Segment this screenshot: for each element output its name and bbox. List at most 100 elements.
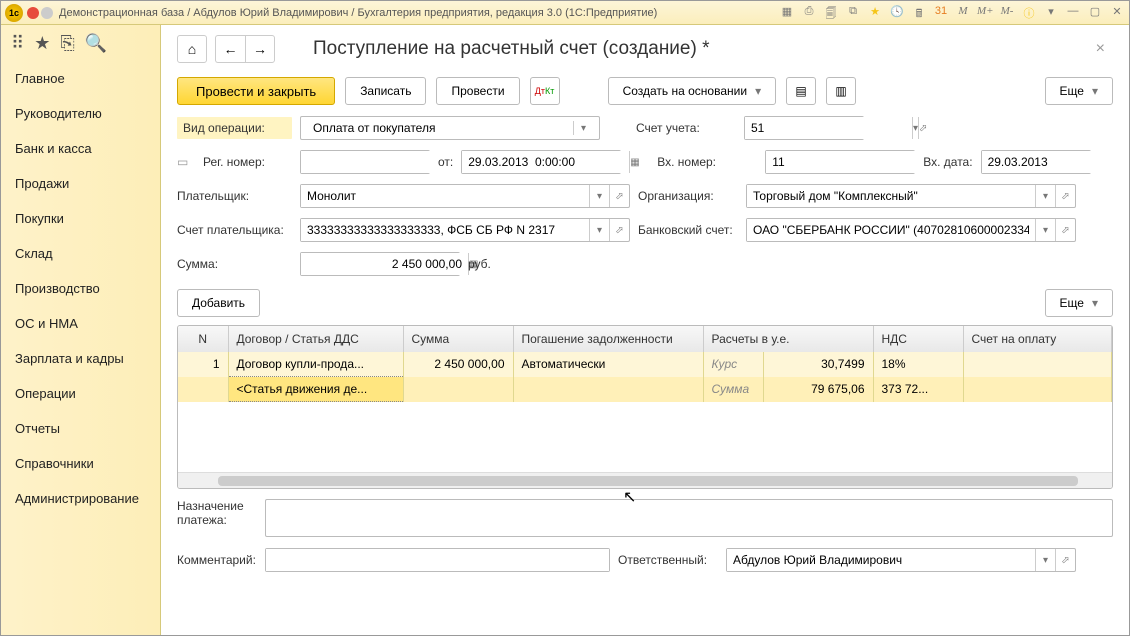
cell-repay-empty[interactable] bbox=[513, 377, 703, 402]
sum-field[interactable] bbox=[301, 253, 468, 275]
home-button[interactable]: ⌂ bbox=[177, 35, 207, 63]
dropdown-icon[interactable]: ▾ bbox=[573, 121, 593, 135]
in-num-field[interactable] bbox=[766, 151, 933, 173]
back-button[interactable]: ← bbox=[215, 35, 245, 63]
titlebar-action-icon[interactable]: 🗐 bbox=[823, 5, 839, 21]
th-n[interactable]: N bbox=[178, 326, 228, 352]
cell-n[interactable]: 1 bbox=[178, 352, 228, 377]
cell-vat[interactable]: 373 72... bbox=[873, 377, 963, 402]
maximize-icon[interactable]: ▢ bbox=[1087, 5, 1103, 21]
more-button[interactable]: Еще bbox=[1045, 77, 1113, 105]
titlebar-action-icon[interactable]: ⎙ bbox=[801, 5, 817, 21]
dropdown-icon[interactable]: ▾ bbox=[1043, 5, 1059, 21]
dropdown-icon[interactable]: ▾ bbox=[589, 185, 609, 207]
open-icon[interactable]: ⬀ bbox=[918, 117, 927, 139]
open-icon[interactable]: ⬀ bbox=[1055, 185, 1075, 207]
comment-input[interactable] bbox=[265, 548, 610, 572]
table-row[interactable]: <Статья движения де... Сумма 79 675,06 3… bbox=[178, 377, 1112, 402]
sidebar-item-reports[interactable]: Отчеты bbox=[1, 411, 160, 446]
sidebar-item-bank[interactable]: Банк и касса bbox=[1, 131, 160, 166]
titlebar-action-icon[interactable]: ▦ bbox=[779, 5, 795, 21]
cell-sum[interactable]: 2 450 000,00 bbox=[403, 352, 513, 377]
dropdown-icon[interactable]: ▾ bbox=[589, 219, 609, 241]
th-calc[interactable]: Расчеты в у.е. bbox=[703, 326, 873, 352]
open-icon[interactable]: ⬀ bbox=[1055, 219, 1075, 241]
sidebar-item-admin[interactable]: Администрирование bbox=[1, 481, 160, 516]
th-pay-acc[interactable]: Счет на оплату bbox=[963, 326, 1112, 352]
post-close-button[interactable]: Провести и закрыть bbox=[177, 77, 335, 105]
open-icon[interactable]: ⬀ bbox=[609, 185, 629, 207]
cell-calc-label[interactable]: Курс bbox=[703, 352, 763, 377]
table-row[interactable]: 1 Договор купли-прода... 2 450 000,00 Ав… bbox=[178, 352, 1112, 377]
grid-icon[interactable]: ⠿ bbox=[11, 33, 24, 54]
in-num-input[interactable] bbox=[765, 150, 915, 174]
horizontal-scrollbar[interactable] bbox=[178, 472, 1112, 488]
m-plus-icon[interactable]: M+ bbox=[977, 5, 993, 21]
th-contract[interactable]: Договор / Статья ДДС bbox=[228, 326, 403, 352]
calendar-icon[interactable]: 31 bbox=[933, 5, 949, 21]
dropdown-icon[interactable]: ▾ bbox=[1035, 219, 1055, 241]
cell-calc-value[interactable]: 30,7499 bbox=[763, 352, 873, 377]
favorite-icon[interactable]: ★ bbox=[867, 5, 883, 21]
purpose-textarea[interactable] bbox=[265, 499, 1113, 537]
in-date-input[interactable]: ▦ bbox=[981, 150, 1091, 174]
close-button[interactable]: × bbox=[1088, 40, 1113, 58]
cell-repay[interactable]: Автоматически bbox=[513, 352, 703, 377]
sidebar-item-main[interactable]: Главное bbox=[1, 61, 160, 96]
scrollbar-thumb[interactable] bbox=[218, 476, 1078, 486]
account-input[interactable]: ▾ ⬀ bbox=[744, 116, 864, 140]
dropdown-icon[interactable]: ▾ bbox=[1035, 185, 1055, 207]
responsible-input[interactable]: ▾ ⬀ bbox=[726, 548, 1076, 572]
payer-acc-field[interactable] bbox=[301, 219, 589, 241]
cell-pay-acc-empty[interactable] bbox=[963, 377, 1112, 402]
calendar-icon[interactable]: ▦ bbox=[629, 151, 639, 173]
reg-num-input[interactable] bbox=[300, 150, 430, 174]
account-field[interactable] bbox=[745, 117, 912, 139]
nav-dot-forward[interactable] bbox=[41, 7, 53, 19]
minimize-icon[interactable]: — bbox=[1065, 5, 1081, 21]
titlebar-action-icon[interactable]: ⧉ bbox=[845, 5, 861, 21]
payer-field[interactable] bbox=[301, 185, 589, 207]
sidebar-item-catalogs[interactable]: Справочники bbox=[1, 446, 160, 481]
sidebar-item-production[interactable]: Производство bbox=[1, 271, 160, 306]
comment-field[interactable] bbox=[266, 549, 609, 571]
close-icon[interactable]: ✕ bbox=[1109, 5, 1125, 21]
sidebar-item-sales[interactable]: Продажи bbox=[1, 166, 160, 201]
dt-kt-button[interactable]: ДтКт bbox=[530, 77, 560, 105]
from-date-input[interactable]: ▦ bbox=[461, 150, 621, 174]
sidebar-item-operations[interactable]: Операции bbox=[1, 376, 160, 411]
th-sum[interactable]: Сумма bbox=[403, 326, 513, 352]
sidebar-item-manager[interactable]: Руководителю bbox=[1, 96, 160, 131]
m-icon[interactable]: M bbox=[955, 5, 971, 21]
open-icon[interactable]: ⬀ bbox=[1055, 549, 1075, 571]
create-based-button[interactable]: Создать на основании bbox=[608, 77, 777, 105]
cell-sum-empty[interactable] bbox=[403, 377, 513, 402]
operation-type-input[interactable]: ▾ bbox=[300, 116, 600, 140]
add-button[interactable]: Добавить bbox=[177, 289, 260, 317]
cell-calc-label[interactable]: Сумма bbox=[703, 377, 763, 402]
star-icon[interactable]: ★ bbox=[34, 33, 50, 54]
bank-acc-input[interactable]: ▾ ⬀ bbox=[746, 218, 1076, 242]
forward-button[interactable]: → bbox=[245, 35, 275, 63]
sum-input[interactable]: ▦ bbox=[300, 252, 460, 276]
th-repay[interactable]: Погашение задолженности bbox=[513, 326, 703, 352]
nav-dot-back[interactable] bbox=[27, 7, 39, 19]
search-icon[interactable]: 🔍 bbox=[85, 33, 107, 54]
titlebar-action-icon[interactable]: 🕓 bbox=[889, 5, 905, 21]
toolbar-icon-1[interactable]: ▤ bbox=[786, 77, 816, 105]
sidebar-item-payroll[interactable]: Зарплата и кадры bbox=[1, 341, 160, 376]
calculator-icon[interactable]: 🖩 bbox=[911, 5, 927, 21]
cell-contract[interactable]: Договор купли-прода... bbox=[228, 352, 403, 377]
org-input[interactable]: ▾ ⬀ bbox=[746, 184, 1076, 208]
sidebar-item-purchases[interactable]: Покупки bbox=[1, 201, 160, 236]
clipboard-icon[interactable]: ⎘ bbox=[60, 33, 74, 54]
m-minus-icon[interactable]: M- bbox=[999, 5, 1015, 21]
cell-n-empty[interactable] bbox=[178, 377, 228, 402]
post-button[interactable]: Провести bbox=[436, 77, 519, 105]
payer-acc-input[interactable]: ▾ ⬀ bbox=[300, 218, 630, 242]
sidebar-item-warehouse[interactable]: Склад bbox=[1, 236, 160, 271]
operation-type-field[interactable] bbox=[307, 121, 573, 135]
bank-acc-field[interactable] bbox=[747, 219, 1035, 241]
from-date-field[interactable] bbox=[462, 151, 629, 173]
table-more-button[interactable]: Еще bbox=[1045, 289, 1113, 317]
